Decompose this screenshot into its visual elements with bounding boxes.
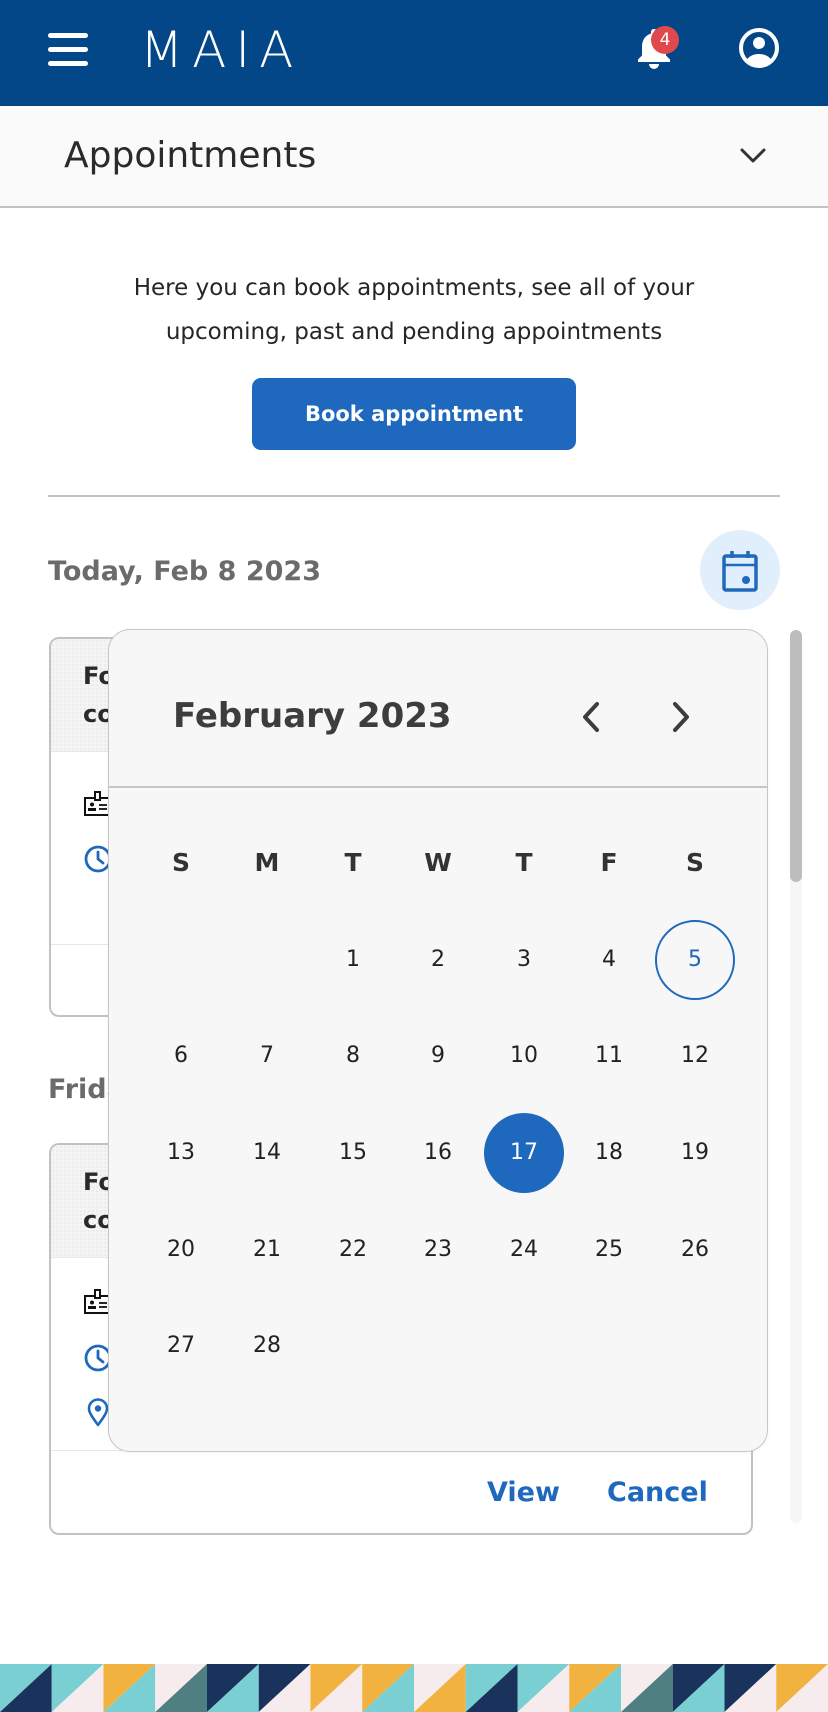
decorative-pattern-band — [0, 1664, 828, 1712]
calendar-day[interactable]: 1 — [313, 920, 393, 1000]
calendar-day[interactable]: 18 — [569, 1113, 649, 1193]
next-month-button[interactable] — [661, 692, 701, 742]
brand-logo: MAIA — [140, 21, 303, 79]
calendar-day[interactable]: 26 — [655, 1210, 735, 1290]
calendar-day[interactable]: 27 — [141, 1306, 221, 1386]
calendar-day-highlighted[interactable]: 5 — [655, 920, 735, 1000]
weekday-label: T — [515, 848, 533, 877]
calendar-day[interactable]: 23 — [398, 1210, 478, 1290]
section-dropdown[interactable]: Appointments — [0, 106, 828, 208]
chevron-right-icon — [673, 702, 689, 732]
calendar-day-selected[interactable]: 17 — [484, 1113, 564, 1193]
calendar-day[interactable]: 14 — [227, 1113, 307, 1193]
calendar-day[interactable]: 22 — [313, 1210, 393, 1290]
calendar-icon — [722, 551, 758, 592]
chevron-left-icon — [583, 702, 599, 732]
weekday-label: T — [344, 848, 362, 877]
chevron-down-icon — [740, 148, 766, 163]
calendar-day[interactable]: 6 — [141, 1016, 221, 1096]
calendar-day[interactable]: 9 — [398, 1016, 478, 1096]
date-picker-popup: February 2023 S M T W T F S 1 2 3 4 5 6 7 8 9 10 11 12 13 14… — [108, 629, 768, 1452]
calendar-day[interactable]: 19 — [655, 1113, 735, 1193]
cancel-button[interactable]: Cancel — [607, 1473, 708, 1513]
calendar-day[interactable]: 15 — [313, 1113, 393, 1193]
calendar-day[interactable]: 2 — [398, 920, 478, 1000]
section-title: Appointments — [64, 135, 317, 176]
divider — [48, 495, 780, 497]
weekday-label: M — [254, 848, 280, 877]
calendar-day[interactable]: 24 — [484, 1210, 564, 1290]
weekday-label: S — [171, 848, 190, 877]
calendar-divider — [109, 786, 767, 788]
weekday-label: F — [600, 848, 618, 877]
calendar-day[interactable]: 20 — [141, 1210, 221, 1290]
view-button[interactable]: View — [487, 1473, 560, 1513]
calendar-month-title: February 2023 — [173, 696, 452, 736]
calendar-day[interactable]: 21 — [227, 1210, 307, 1290]
calendar-day[interactable]: 11 — [569, 1016, 649, 1096]
calendar-day[interactable]: 12 — [655, 1016, 735, 1096]
date-header-today: Today, Feb 8 2023 — [48, 556, 321, 587]
weekday-label: W — [424, 848, 452, 877]
calendar-day[interactable]: 7 — [227, 1016, 307, 1096]
calendar-day[interactable]: 28 — [227, 1306, 307, 1386]
calendar-day[interactable]: 10 — [484, 1016, 564, 1096]
previous-month-button[interactable] — [571, 692, 611, 742]
user-circle-icon — [739, 28, 779, 68]
profile-button[interactable] — [736, 25, 782, 71]
intro-text: Here you can book appointments, see all … — [133, 275, 695, 345]
notification-count-badge: 4 — [651, 26, 679, 54]
scrollbar-thumb[interactable] — [790, 630, 802, 882]
calendar-day[interactable]: 25 — [569, 1210, 649, 1290]
calendar-day[interactable]: 13 — [141, 1113, 221, 1193]
calendar-day[interactable]: 8 — [313, 1016, 393, 1096]
calendar-day[interactable]: 4 — [569, 920, 649, 1000]
top-app-bar — [0, 0, 828, 106]
menu-button[interactable] — [44, 26, 92, 72]
weekday-label: S — [685, 848, 704, 877]
book-appointment-button[interactable]: Book appointment — [252, 378, 576, 450]
open-calendar-button[interactable] — [700, 530, 780, 610]
calendar-day[interactable]: 16 — [398, 1113, 478, 1193]
calendar-day[interactable]: 3 — [484, 920, 564, 1000]
card-footer: View Cancel — [51, 1450, 751, 1533]
